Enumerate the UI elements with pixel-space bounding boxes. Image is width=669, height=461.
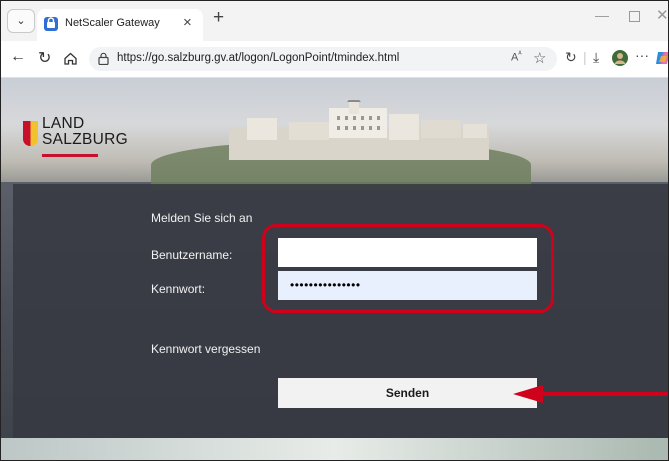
tab-bar: ⌄ NetScaler Gateway × + — ✕	[1, 1, 668, 41]
favorite-star-icon[interactable]: ☆	[533, 49, 546, 67]
back-icon[interactable]: ←	[10, 48, 26, 66]
login-form: Melden Sie sich an Benutzername: Kennwor…	[13, 184, 668, 446]
logo-line1: LAND	[42, 115, 85, 132]
navigation-bar: ← ↻ https://go.salzburg.gv.at/logon/Logo…	[1, 41, 668, 78]
send-button[interactable]: Senden	[278, 378, 537, 408]
logo-text: LAND SALZBURG	[42, 116, 128, 148]
browser-window: ⌄ NetScaler Gateway × + — ✕ ← ↻ https://…	[0, 0, 669, 461]
home-icon[interactable]	[63, 51, 78, 66]
lock-icon[interactable]	[98, 52, 109, 65]
fortress-image	[229, 100, 489, 160]
maximize-icon[interactable]	[629, 11, 640, 22]
profile-avatar-icon[interactable]	[611, 49, 629, 67]
downloads-icon[interactable]: ⤓	[593, 49, 599, 66]
header-banner: LAND SALZBURG	[1, 78, 668, 190]
river-strip	[1, 438, 668, 460]
browser-tab[interactable]: NetScaler Gateway ×	[37, 9, 203, 41]
tab-title: NetScaler Gateway	[65, 17, 160, 29]
close-tab-icon[interactable]: ×	[183, 14, 192, 31]
netscaler-favicon-icon	[44, 17, 58, 31]
minimize-icon[interactable]: —	[595, 7, 609, 23]
logo-line2: SALZBURG	[42, 131, 128, 148]
password-label: Kennwort:	[151, 282, 206, 296]
url-text[interactable]: https://go.salzburg.gv.at/logon/LogonPoi…	[117, 52, 399, 64]
read-aloud-icon[interactable]: Aᴬ	[511, 51, 522, 64]
login-page: LAND SALZBURG Melden Sie sich an Benutze…	[1, 78, 668, 460]
more-options-icon[interactable]: ···	[635, 47, 649, 63]
login-heading: Melden Sie sich an	[151, 211, 253, 225]
window-close-icon[interactable]: ✕	[656, 6, 668, 24]
copilot-refresh-icon[interactable]: ↻	[565, 49, 577, 66]
copilot-icon[interactable]	[656, 50, 669, 66]
logo-underline	[42, 154, 98, 157]
new-tab-icon[interactable]: +	[213, 7, 224, 29]
toolbar-divider: |	[583, 49, 587, 65]
forgot-password-link[interactable]: Kennwort vergessen	[151, 342, 260, 356]
red-arrow-annotation	[513, 385, 668, 403]
username-label: Benutzername:	[151, 248, 233, 262]
coat-of-arms-icon	[23, 121, 38, 146]
land-salzburg-logo: LAND SALZBURG	[23, 116, 133, 170]
reload-icon[interactable]: ↻	[38, 48, 51, 68]
tab-list-dropdown[interactable]: ⌄	[7, 9, 35, 33]
credentials-highlight	[262, 224, 554, 313]
address-bar[interactable]: https://go.salzburg.gv.at/logon/LogonPoi…	[89, 47, 557, 71]
